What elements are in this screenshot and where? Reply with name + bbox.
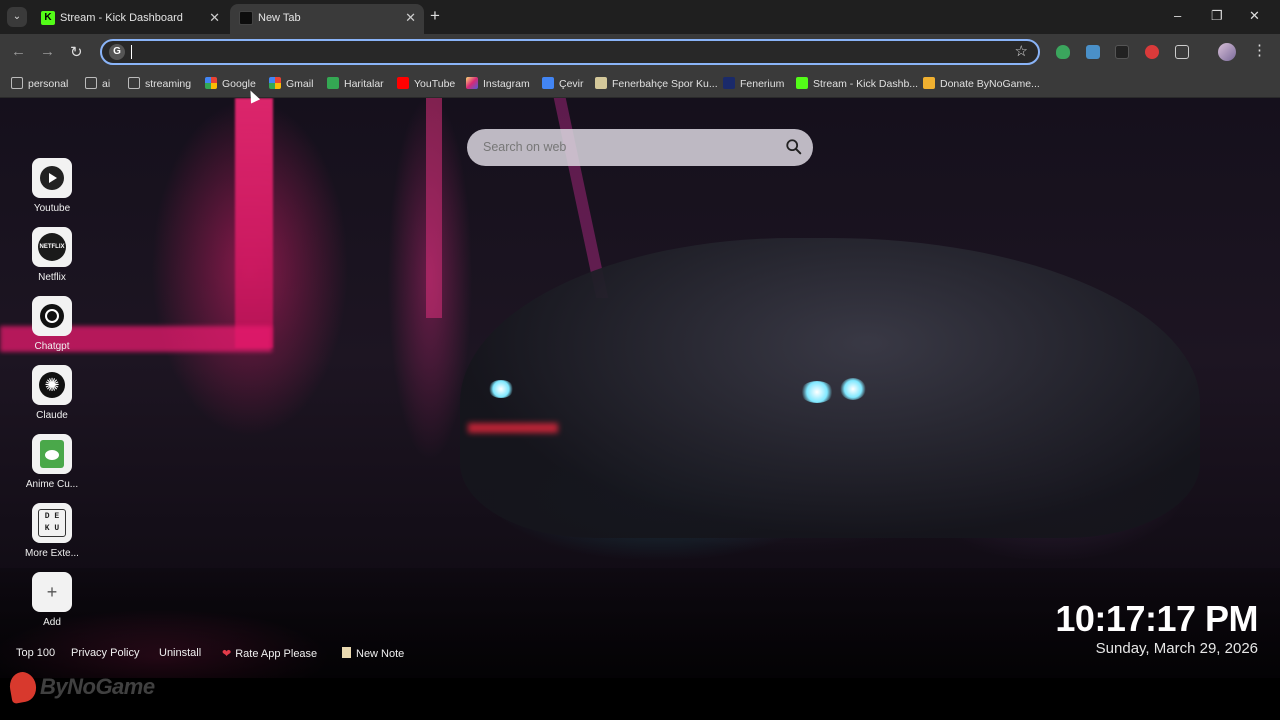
- google-icon: G: [109, 44, 125, 60]
- kick-icon: K: [41, 11, 55, 25]
- google-icon: [269, 77, 281, 89]
- new-tab-page: Youtube NETFLIX Netflix Chatgpt ✺ Claude…: [0, 98, 1280, 678]
- forward-arrow-icon[interactable]: →: [40, 43, 55, 60]
- youtube-icon: [397, 77, 409, 89]
- dk-icon: D E K U: [32, 503, 72, 543]
- wallpaper-headlight: [800, 381, 834, 403]
- wallpaper-neon-light: [426, 98, 442, 318]
- top100-link[interactable]: Top 100: [16, 647, 55, 659]
- bookmark-haritalar[interactable]: Haritalar: [327, 77, 384, 91]
- bookmark-instagram[interactable]: Instagram: [466, 77, 530, 91]
- bookmark-gmail[interactable]: Gmail: [269, 77, 313, 91]
- toolbar: ← → ↻ G ☆ ⋮: [0, 34, 1280, 70]
- search-icon[interactable]: [785, 138, 803, 156]
- kick-icon: [796, 77, 808, 89]
- browser-window: ⌄ K Stream - Kick Dashboard ✕ New Tab ✕ …: [0, 0, 1280, 720]
- shortcut-more-extensions[interactable]: D E K U More Exte...: [20, 503, 84, 559]
- bookmark-star-icon[interactable]: ☆: [1015, 42, 1028, 60]
- translate-icon: [542, 77, 554, 89]
- tab-strip: ⌄ K Stream - Kick Dashboard ✕ New Tab ✕ …: [0, 0, 1280, 34]
- new-tab-plus-icon[interactable]: +: [430, 7, 440, 25]
- close-tab-icon[interactable]: ✕: [209, 10, 220, 26]
- folder-icon: [128, 77, 140, 89]
- newtab-icon: [239, 11, 253, 25]
- bookmark-youtube[interactable]: YouTube: [397, 77, 455, 91]
- extensions-puzzle-icon[interactable]: [1175, 45, 1189, 59]
- minimize-icon[interactable]: –: [1174, 8, 1181, 23]
- uninstall-link[interactable]: Uninstall: [159, 647, 201, 659]
- tab-kick-dashboard[interactable]: K Stream - Kick Dashboard ✕: [32, 4, 228, 34]
- shortcut-anime[interactable]: Anime Cu...: [20, 434, 84, 490]
- bookmark-folder-streaming[interactable]: streaming: [128, 77, 191, 91]
- netflix-icon: NETFLIX: [32, 227, 72, 267]
- bookmark-folder-ai[interactable]: ai: [85, 77, 110, 91]
- tab-title: Stream - Kick Dashboard: [60, 12, 183, 24]
- close-tab-icon[interactable]: ✕: [405, 10, 416, 26]
- chatgpt-icon: [32, 296, 72, 336]
- bynogame-icon: [923, 77, 935, 89]
- bookmark-cevir[interactable]: Çevir: [542, 77, 584, 91]
- wallpaper-neon-light: [235, 98, 273, 348]
- fenerium-icon: [723, 77, 735, 89]
- menu-dots-icon[interactable]: ⋮: [1252, 41, 1267, 59]
- back-arrow-icon[interactable]: ←: [11, 43, 26, 60]
- maximize-icon[interactable]: ❐: [1211, 8, 1223, 24]
- youtube-icon: [32, 158, 72, 198]
- reload-icon[interactable]: ↻: [70, 43, 83, 61]
- bookmark-google[interactable]: Google: [205, 77, 256, 91]
- wallpaper-headlight: [840, 378, 866, 400]
- clock-date: Sunday, March 29, 2026: [1095, 640, 1258, 657]
- watermark-text: ByNoGame: [40, 674, 155, 699]
- fenerbahce-icon: [595, 77, 607, 89]
- clock-time: 10:17:17 PM: [1055, 598, 1258, 639]
- wallpaper-reflection: [468, 423, 558, 433]
- folder-icon: [85, 77, 97, 89]
- claude-icon: ✺: [32, 365, 72, 405]
- instagram-icon: [466, 77, 478, 89]
- privacy-policy-link[interactable]: Privacy Policy: [71, 647, 139, 659]
- tab-new-tab[interactable]: New Tab ✕: [230, 4, 424, 34]
- shortcut-youtube[interactable]: Youtube: [20, 158, 84, 214]
- rate-app-link[interactable]: ❤ Rate App Please: [222, 647, 317, 660]
- bookmark-fenerbahce[interactable]: Fenerbahçe Spor Ku...: [595, 77, 718, 91]
- search-input[interactable]: [483, 138, 773, 156]
- bookmark-folder-personal[interactable]: personal: [11, 77, 68, 91]
- anime-icon: [32, 434, 72, 474]
- bookmark-donate-bynogame[interactable]: Donate ByNoGame...: [923, 77, 1040, 91]
- bookmark-fenerium[interactable]: Fenerium: [723, 77, 784, 91]
- bookmarks-bar: personal ai streaming Google Gmail Harit…: [0, 70, 1280, 98]
- wallpaper-headlight: [488, 380, 514, 398]
- address-bar[interactable]: G ☆: [100, 39, 1040, 65]
- web-search-bar: [467, 129, 813, 166]
- note-icon: [342, 647, 351, 658]
- record-extension-icon[interactable]: [1145, 45, 1159, 59]
- maps-icon: [327, 77, 339, 89]
- tab-title: New Tab: [258, 12, 301, 24]
- close-window-icon[interactable]: ✕: [1249, 8, 1260, 24]
- bottom-bar: [0, 678, 1280, 720]
- text-caret: [131, 45, 132, 59]
- shortcut-add[interactable]: + Add: [20, 572, 84, 628]
- heart-icon: ❤: [222, 648, 232, 660]
- shield-extension-icon[interactable]: [1056, 45, 1070, 59]
- shortcut-chatgpt[interactable]: Chatgpt: [20, 296, 84, 352]
- shortcut-claude[interactable]: ✺ Claude: [20, 365, 84, 421]
- profile-avatar[interactable]: [1218, 43, 1236, 61]
- new-note-link[interactable]: New Note: [342, 647, 404, 660]
- google-icon: [205, 77, 217, 89]
- bookmark-kick-dashboard[interactable]: Stream - Kick Dashb...: [796, 77, 918, 91]
- translate-extension-icon[interactable]: [1086, 45, 1100, 59]
- dark-extension-icon[interactable]: [1115, 45, 1129, 59]
- plus-icon: +: [32, 572, 72, 612]
- folder-icon: [11, 77, 23, 89]
- tab-search-chevron-icon[interactable]: ⌄: [7, 7, 27, 27]
- shortcut-netflix[interactable]: NETFLIX Netflix: [20, 227, 84, 283]
